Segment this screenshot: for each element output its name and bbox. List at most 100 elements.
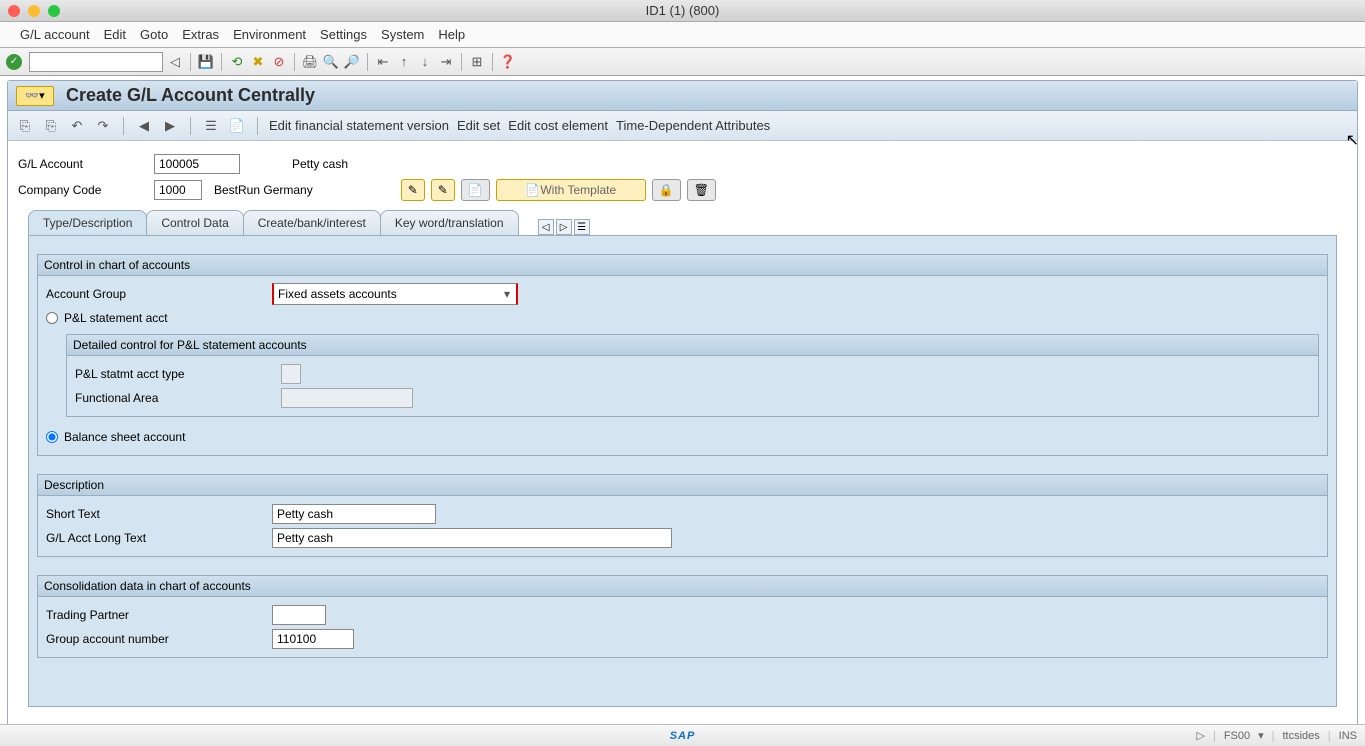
menu-extras[interactable]: Extras <box>182 27 219 42</box>
status-tcode: FS00 <box>1224 730 1250 742</box>
pl-type-label: P&L statmt acct type <box>75 367 275 381</box>
undo-icon[interactable]: ↶ <box>68 117 86 135</box>
pl-type-input[interactable] <box>281 364 301 384</box>
page-title: Create G/L Account Centrally <box>66 85 315 106</box>
group-account-label: Group account number <box>46 632 266 646</box>
group-control-coa-title: Control in chart of accounts <box>38 255 1327 276</box>
first-page-icon[interactable]: ⇤ <box>374 53 392 71</box>
menubar: G/L account Edit Goto Extras Environment… <box>0 22 1365 48</box>
gl-account-input[interactable] <box>154 154 240 174</box>
company-code-label: Company Code <box>18 183 146 197</box>
copy-icon[interactable]: ⎘ <box>42 117 60 135</box>
group-control-coa: Control in chart of accounts Account Gro… <box>37 254 1328 456</box>
find-next-icon[interactable]: 🔎 <box>343 53 361 71</box>
group-consolidation-title: Consolidation data in chart of accounts <box>38 576 1327 597</box>
last-page-icon[interactable]: ⇥ <box>437 53 455 71</box>
tab-list-icon[interactable]: ☰ <box>574 219 590 235</box>
group-description: Description Short Text G/L Acct Long Tex… <box>37 474 1328 557</box>
tab-keyword[interactable]: Key word/translation <box>380 210 519 235</box>
group-account-input[interactable] <box>272 629 354 649</box>
glasses-icon[interactable]: 👓▾ <box>16 86 54 106</box>
company-code-input[interactable] <box>154 180 202 200</box>
menu-help[interactable]: Help <box>438 27 465 42</box>
pl-statement-radio[interactable] <box>46 312 58 324</box>
account-group-label: Account Group <box>46 287 266 301</box>
system-toolbar: ✓ ◁ 💾 ⟲ ✖ ⊘ 🖨 🔍 🔎 ⇤ ↑ ↓ ⇥ ⊞ ❓ <box>0 48 1365 76</box>
create-icon[interactable]: ⎘ <box>16 117 34 135</box>
command-field[interactable] <box>29 52 163 72</box>
gl-account-label: G/L Account <box>18 157 146 171</box>
trading-partner-input[interactable] <box>272 605 326 625</box>
balance-sheet-radio[interactable] <box>46 431 58 443</box>
menu-settings[interactable]: Settings <box>320 27 367 42</box>
hierarchy-icon[interactable]: ☰ <box>202 117 220 135</box>
app-toolbar: ⎘ ⎘ ↶ ↷ ◀ ▶ ☰ 📄 Edit financial statement… <box>8 111 1357 141</box>
status-dropdown-icon[interactable]: ▾ <box>1258 729 1264 742</box>
change-button[interactable]: ✎ <box>431 179 455 201</box>
link-edit-cost[interactable]: Edit cost element <box>508 118 608 133</box>
long-text-input[interactable] <box>272 528 672 548</box>
subgroup-pl-detail: Detailed control for P&L statement accou… <box>66 334 1319 417</box>
menu-gl-account[interactable]: G/L account <box>20 27 90 42</box>
tab-control-data[interactable]: Control Data <box>146 210 243 235</box>
window-maximize[interactable] <box>48 5 60 17</box>
save-icon[interactable]: 💾 <box>197 53 215 71</box>
short-text-label: Short Text <box>46 507 266 521</box>
header-fields: G/L Account Petty cash Company Code Best… <box>8 141 1357 209</box>
new-session-icon[interactable]: ⊞ <box>468 53 486 71</box>
gl-account-desc: Petty cash <box>292 157 348 171</box>
link-time-dep[interactable]: Time-Dependent Attributes <box>616 118 770 133</box>
status-user: ttcsides <box>1283 730 1320 742</box>
window-minimize[interactable] <box>28 5 40 17</box>
doc-button[interactable]: 📄 <box>461 179 490 201</box>
menu-edit[interactable]: Edit <box>104 27 126 42</box>
statusbar: SAP ▷ | FS00 ▾ | ttcsides | INS <box>0 724 1365 746</box>
delete-button[interactable]: 🗑 <box>687 179 716 201</box>
long-text-label: G/L Acct Long Text <box>46 531 266 545</box>
link-edit-set[interactable]: Edit set <box>457 118 500 133</box>
short-text-input[interactable] <box>272 504 436 524</box>
account-group-select[interactable]: Fixed assets accounts ▾ <box>272 283 518 305</box>
print-icon[interactable]: 🖨 <box>301 53 319 71</box>
window-close[interactable] <box>8 5 20 17</box>
status-arrow-icon[interactable]: ▷ <box>1196 729 1204 742</box>
prev-page-icon[interactable]: ↑ <box>395 53 413 71</box>
functional-area-input[interactable] <box>281 388 413 408</box>
back-nav-icon[interactable]: ⟲ <box>228 53 246 71</box>
prev-icon[interactable]: ◀ <box>135 117 153 135</box>
menu-system[interactable]: System <box>381 27 424 42</box>
back-icon[interactable]: ◁ <box>166 53 184 71</box>
tab-scroll-right-icon[interactable]: ▷ <box>556 219 572 235</box>
status-mode: INS <box>1339 730 1357 742</box>
next-icon[interactable]: ▶ <box>161 117 179 135</box>
find-icon[interactable]: 🔍 <box>322 53 340 71</box>
content-area: 👓▾ Create G/L Account Centrally ⎘ ⎘ ↶ ↷ … <box>7 80 1358 728</box>
tab-create-bank[interactable]: Create/bank/interest <box>243 210 381 235</box>
redo-icon[interactable]: ↷ <box>94 117 112 135</box>
display-button[interactable]: ✎ <box>401 179 425 201</box>
menu-environment[interactable]: Environment <box>233 27 306 42</box>
help-icon[interactable]: ❓ <box>499 53 517 71</box>
tabstrip: Type/Description Control Data Create/ban… <box>28 209 1337 235</box>
doc-icon[interactable]: 📄 <box>228 117 246 135</box>
window-title: ID1 (1) (800) <box>646 3 720 18</box>
page-header: 👓▾ Create G/L Account Centrally <box>8 81 1357 111</box>
company-code-desc: BestRun Germany <box>214 183 313 197</box>
sap-logo: SAP <box>670 730 696 742</box>
subgroup-pl-title: Detailed control for P&L statement accou… <box>67 335 1318 356</box>
tab-scroll-left-icon[interactable]: ◁ <box>538 219 554 235</box>
trading-partner-label: Trading Partner <box>46 608 266 622</box>
menu-goto[interactable]: Goto <box>140 27 168 42</box>
functional-area-label: Functional Area <box>75 391 275 405</box>
exit-icon[interactable]: ✖ <box>249 53 267 71</box>
pl-statement-label: P&L statement acct <box>64 311 168 325</box>
lock-button[interactable]: 🔒 <box>652 179 681 201</box>
enter-icon[interactable]: ✓ <box>6 54 22 70</box>
cancel-icon[interactable]: ⊘ <box>270 53 288 71</box>
link-edit-fsv[interactable]: Edit financial statement version <box>269 118 449 133</box>
tab-type-description[interactable]: Type/Description <box>28 210 147 235</box>
with-template-button[interactable]: 📄 With Template <box>496 179 646 201</box>
mac-titlebar: ID1 (1) (800) <box>0 0 1365 22</box>
next-page-icon[interactable]: ↓ <box>416 53 434 71</box>
balance-sheet-label: Balance sheet account <box>64 430 185 444</box>
